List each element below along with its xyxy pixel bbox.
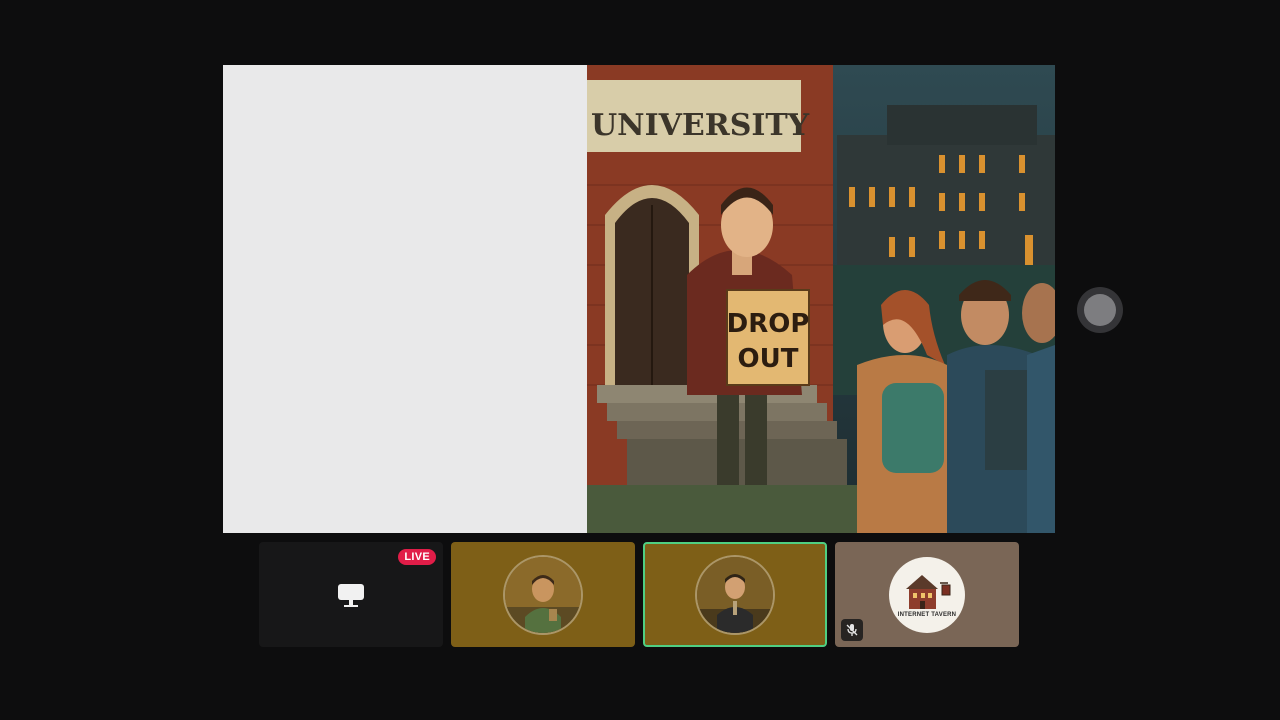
avatar [505,556,581,633]
university-sign: UNIVERSITY [591,108,810,143]
mic-muted-icon[interactable] [841,619,863,641]
control-dot-icon [1084,294,1116,326]
avatar [697,556,773,633]
tavern-house-icon [906,575,951,609]
monitor-icon [337,582,365,608]
logo-text: INTERNET TAVERN [897,612,957,618]
participant-tile[interactable] [451,542,635,647]
avatar-illustration [505,556,581,633]
avatar-illustration [697,556,773,633]
dropout-sign-line2: OUT [738,344,799,374]
whiteboard-panel[interactable] [223,65,587,533]
scene-illustration: UNIVERSITY DROP OUT [587,65,1055,533]
participant-tile-active-speaker[interactable] [643,542,827,647]
live-badge: LIVE [398,549,436,565]
main-stage: UNIVERSITY DROP OUT [223,65,1055,533]
shared-screen: UNIVERSITY DROP OUT [587,65,1055,533]
floating-control-button[interactable] [1077,287,1123,333]
dropout-sign-line1: DROP [727,309,810,339]
internet-tavern-logo: INTERNET TAVERN [889,556,965,633]
participant-tile-internet-tavern[interactable]: INTERNET TAVERN [835,542,1019,647]
screen-share-tile[interactable]: LIVE [259,542,443,647]
participant-strip: LIVE INTERNET TAVERN [259,542,1019,647]
